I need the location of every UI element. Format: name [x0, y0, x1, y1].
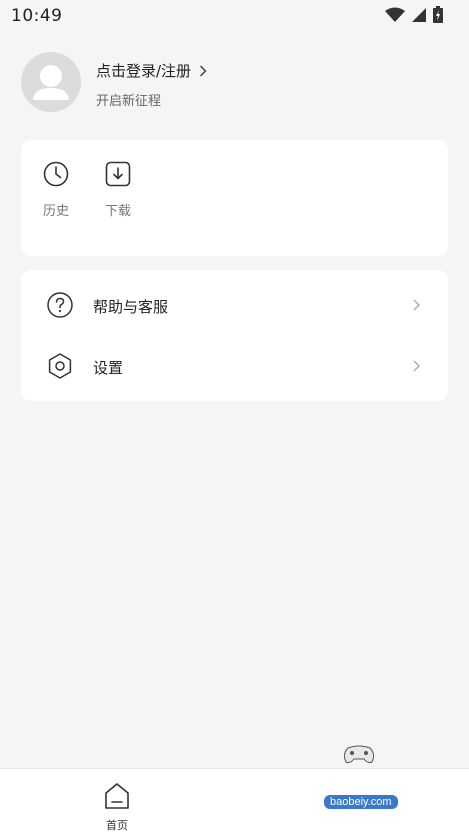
watermark-logo: 宝贝游戏网 baobeiy.com [288, 742, 438, 834]
menu-item-help-label: 帮助与客服 [93, 298, 169, 316]
status-time: 10:49 [11, 6, 63, 26]
menu-item-help[interactable]: 帮助与客服 [21, 275, 448, 335]
tab-home[interactable]: 首页 [95, 781, 139, 831]
login-register-link[interactable]: 点击登录/注册 [96, 60, 207, 81]
menu-card: 帮助与客服 设置 [21, 270, 448, 401]
clock-icon [43, 161, 69, 187]
status-icons [385, 6, 443, 23]
download-icon [105, 161, 131, 187]
quick-actions-card: 历史 下载 [21, 140, 448, 256]
history-button[interactable]: 历史 [31, 160, 81, 219]
history-label: 历史 [42, 204, 69, 219]
gear-icon [48, 353, 72, 379]
help-icon [47, 292, 73, 318]
profile-header[interactable]: 点击登录/注册 开启新征程 [21, 52, 451, 114]
menu-item-settings-label: 设置 [93, 359, 124, 377]
login-register-label: 点击登录/注册 [96, 62, 192, 80]
download-label: 下载 [104, 204, 131, 219]
gamepad-icon [343, 745, 375, 764]
menu-item-settings[interactable]: 设置 [21, 336, 448, 396]
chevron-right-icon [413, 360, 420, 372]
avatar[interactable] [21, 52, 81, 112]
chevron-right-icon [413, 299, 420, 311]
download-button[interactable]: 下载 [93, 160, 143, 219]
profile-subtitle: 开启新征程 [96, 94, 162, 109]
chevron-right-icon [199, 64, 207, 77]
battery-icon [433, 6, 443, 23]
tab-home-label: 首页 [106, 819, 128, 831]
user-placeholder-icon [33, 65, 69, 100]
home-icon [105, 783, 129, 809]
cellular-signal-icon [412, 7, 426, 22]
watermark-url: baobeiy.com [324, 795, 398, 809]
status-bar: 10:49 [0, 0, 469, 32]
watermark-text: 宝贝游戏网 [293, 770, 415, 796]
wifi-icon [385, 7, 405, 22]
